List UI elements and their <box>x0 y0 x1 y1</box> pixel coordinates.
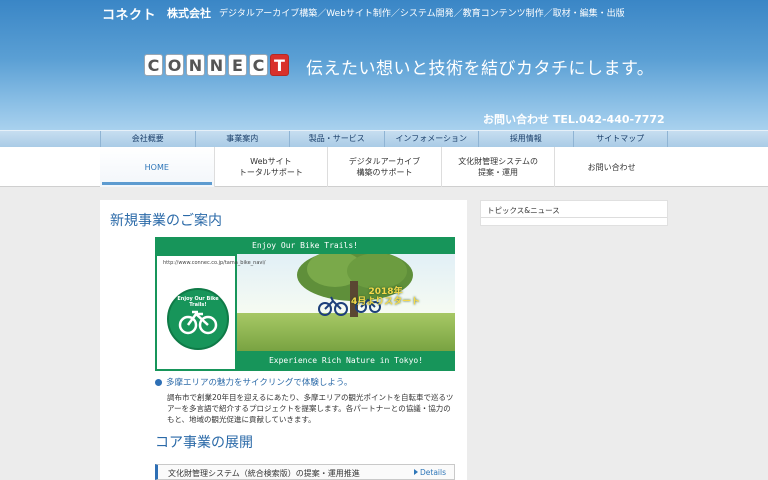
top-navigation: 会社概要 事業案内 製品・サービス インフォメーション 採用情報 サイトマップ <box>0 130 768 147</box>
details-link[interactable]: Details <box>413 468 446 477</box>
topnav-item-business[interactable]: 事業案内 <box>194 131 290 147</box>
bicycle-icon <box>178 310 218 335</box>
mainnav-label: HOME <box>144 162 169 172</box>
banner-subtitle: Experience Rich Nature in Tokyo! <box>237 351 455 371</box>
mainnav-contact[interactable]: お問い合わせ <box>554 147 668 187</box>
brand-letter: E <box>228 54 247 76</box>
brand-letter: N <box>207 54 226 76</box>
topnav-item-information[interactable]: インフォメーション <box>383 131 479 147</box>
core-item-label: 文化財管理システム（統合検索版）の提案・運用推進 <box>168 469 360 478</box>
connect-brand-logo[interactable]: C O N N E C T <box>144 54 291 78</box>
brand-letter: O <box>165 54 184 76</box>
brand-letter: C <box>249 54 268 76</box>
mainnav-label: Webサイト <box>250 157 292 166</box>
mainnav-label: お問い合わせ <box>587 162 636 172</box>
company-name-suffix: 株式会社 <box>167 7 211 20</box>
mainnav-label: 構築のサポート <box>356 168 413 177</box>
topnav-item-company[interactable]: 会社概要 <box>100 131 195 147</box>
bicycle-emblem-icon: Enjoy Our Bike Trails! <box>167 288 229 350</box>
section-title-core-business: コア事業の展開 <box>155 435 253 451</box>
mainnav-label: 提案・運用 <box>478 168 519 177</box>
banner-date-year: 2018年 <box>368 287 403 297</box>
divider <box>481 217 667 218</box>
mainnav-digital-archive[interactable]: デジタルアーカイブ 構築のサポート <box>327 147 441 187</box>
topnav-item-products[interactable]: 製品・サービス <box>289 131 384 147</box>
mainnav-label: デジタルアーカイブ <box>348 157 421 166</box>
main-content: 新規事業のご案内 2018年 4月よりスタート Enjoy Our Bike T… <box>100 200 467 480</box>
sidebar-title: トピックス&ニュース <box>487 206 560 215</box>
mainnav-heritage-system[interactable]: 文化財管理システムの 提案・運用 <box>440 147 555 187</box>
bike-project-description: 調布市で創業20年目を迎えるにあたり、多摩エリアの観光ポイントを自転車で巡るツア… <box>167 393 454 424</box>
details-label: Details <box>419 468 446 477</box>
contact-phone[interactable]: お問い合わせ TEL.042-440-7772 <box>483 111 665 127</box>
site-header: コネクト 株式会社 デジタルアーカイブ構築／Webサイト制作／システム開発／教育… <box>0 0 768 130</box>
brand-letter: C <box>144 54 163 76</box>
mainnav-label: 文化財管理システムの <box>458 157 538 166</box>
brand-letter: N <box>186 54 205 76</box>
mainnav-web-support[interactable]: Webサイト トータルサポート <box>213 147 328 187</box>
banner-date-month: 4月よりスタート <box>351 297 421 307</box>
banner-start-date: 2018年 4月よりスタート <box>351 287 420 307</box>
brand-letter-accent: T <box>270 54 289 76</box>
mainnav-label: トータルサポート <box>238 168 303 177</box>
section-title-new-business: 新規事業のご案内 <box>110 213 222 229</box>
banner-url: http://www.connec.co.jp/tama_bike_navi/ <box>163 260 266 266</box>
hero-tagline: 伝えたい想いと技術を結びカタチにします。 <box>306 59 655 79</box>
services-tagline: デジタルアーカイブ構築／Webサイト制作／システム開発／教育コンテンツ制作／取材… <box>219 9 625 19</box>
bike-trails-banner[interactable]: 2018年 4月よりスタート Enjoy Our Bike Trails! ht… <box>155 237 455 371</box>
topnav-item-recruit[interactable]: 採用情報 <box>478 131 573 147</box>
bullet-icon <box>155 379 162 386</box>
arrow-right-icon <box>413 469 418 475</box>
sidebar-news: トピックス&ニュース <box>480 200 668 226</box>
core-business-item[interactable]: 文化財管理システム（統合検索版）の提案・運用推進 Details <box>155 464 455 480</box>
company-logo[interactable]: コネクト <box>102 4 156 23</box>
bike-project-heading-text: 多摩エリアの魅力をサイクリングで体験しよう。 <box>166 378 353 388</box>
banner-left-panel: http://www.connec.co.jp/tama_bike_navi/ … <box>155 254 265 371</box>
mainnav-home[interactable]: HOME <box>100 147 214 187</box>
topnav-item-sitemap[interactable]: サイトマップ <box>572 131 668 147</box>
banner-title: Enjoy Our Bike Trails! <box>155 237 455 254</box>
bike-project-heading: 多摩エリアの魅力をサイクリングで体験しよう。 <box>155 376 352 388</box>
main-navigation: HOME Webサイト トータルサポート デジタルアーカイブ 構築のサポート 文… <box>0 147 768 187</box>
